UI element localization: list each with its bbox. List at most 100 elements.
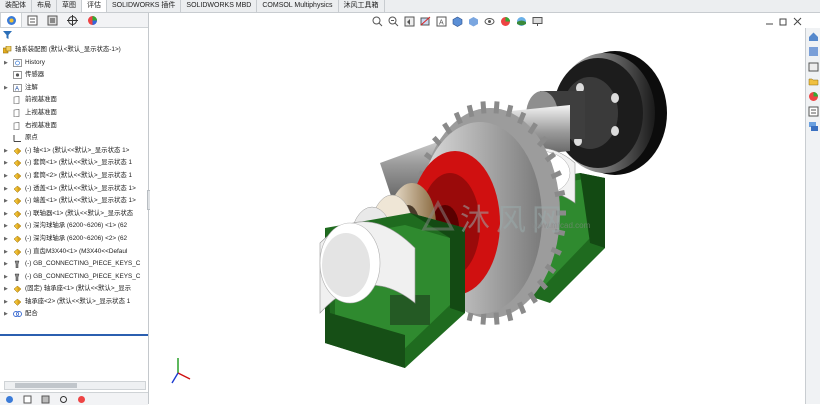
expand-arrow-icon[interactable]: ▶ bbox=[4, 170, 10, 183]
tree-item-label: (-) 套筒<1> (默认<<默认>_显示状态 1 bbox=[25, 159, 133, 167]
tree-item[interactable]: 右视基准面 bbox=[0, 120, 148, 133]
zoom-to-fit-button[interactable] bbox=[370, 14, 384, 28]
task-pane-home[interactable] bbox=[807, 30, 820, 43]
task-pane-appearances[interactable] bbox=[807, 90, 820, 103]
tree-item[interactable]: ▶ (-) 深沟球轴承 (6200~6206) <2> (62 bbox=[0, 233, 148, 246]
expand-arrow-icon[interactable]: ▶ bbox=[4, 258, 10, 271]
tree-item[interactable]: ▶ (-) 套筒<2> (默认<<默认>_显示状态 1 bbox=[0, 170, 148, 183]
task-pane-resources[interactable] bbox=[807, 45, 820, 58]
tree-item[interactable]: ▶ (-) GB_CONNECTING_PIECE_KEYS_C bbox=[0, 258, 148, 271]
expand-arrow-icon[interactable]: ▶ bbox=[4, 233, 10, 246]
tab-7[interactable]: 沐风工具箱 bbox=[339, 0, 385, 12]
tree-item[interactable]: ▶ A 注解 bbox=[0, 82, 148, 95]
bottom-tab-property[interactable] bbox=[18, 393, 36, 405]
expand-arrow-icon[interactable]: ▶ bbox=[4, 283, 10, 296]
bottom-tab-display[interactable] bbox=[72, 393, 90, 405]
filter-icon bbox=[3, 31, 12, 39]
feature-manager-tab[interactable] bbox=[0, 13, 22, 27]
tree-item-label: (-) GB_CONNECTING_PIECE_KEYS_C bbox=[25, 260, 141, 268]
scrollbar-thumb[interactable] bbox=[15, 383, 77, 388]
expand-arrow-icon[interactable]: ▶ bbox=[4, 220, 10, 233]
expand-arrow-icon[interactable]: ▶ bbox=[4, 308, 10, 321]
tree-item[interactable]: 原点 bbox=[0, 132, 148, 145]
tree-item[interactable]: ▶ (-) 深沟球轴承 (6200~6206) <1> (62 bbox=[0, 220, 148, 233]
expand-arrow-icon[interactable]: ▶ bbox=[4, 82, 10, 95]
tab-3[interactable]: 评估 bbox=[82, 0, 107, 12]
tree-item-label: History bbox=[25, 58, 45, 66]
minimize-button[interactable] bbox=[764, 16, 774, 26]
tree-item[interactable]: ▶ (-) GB_CONNECTING_PIECE_KEYS_C bbox=[0, 271, 148, 284]
command-manager-tabs: 装配体 布局 草图 评估 SOLIDWORKS 插件 SOLIDWORKS MBD COMS… bbox=[0, 0, 820, 13]
bottom-tab-configuration[interactable] bbox=[36, 393, 54, 405]
display-style-button[interactable] bbox=[466, 14, 480, 28]
previous-view-button[interactable] bbox=[402, 14, 416, 28]
tree-item[interactable]: ▶ (-) 联轴器<1> (默认<<默认>_显示状态 bbox=[0, 208, 148, 221]
expand-arrow-icon[interactable]: ▶ bbox=[4, 246, 10, 259]
gear-tooth bbox=[493, 101, 500, 114]
eye-icon bbox=[484, 17, 494, 25]
tree-filter[interactable] bbox=[2, 29, 146, 41]
tab-0[interactable]: 装配体 bbox=[0, 0, 32, 12]
tab-1[interactable]: 布局 bbox=[32, 0, 57, 12]
tab-5[interactable]: SOLIDWORKS MBD bbox=[181, 0, 258, 12]
bottom-tab-dimxpert[interactable] bbox=[54, 393, 72, 405]
tree-item[interactable]: ▶ 配合 bbox=[0, 308, 148, 321]
expand-arrow-icon[interactable]: ▶ bbox=[4, 195, 10, 208]
scene-icon bbox=[516, 16, 526, 26]
tree-item-label: (-) 深沟球轴承 (6200~6206) <1> (62 bbox=[25, 222, 128, 230]
tree-item[interactable]: ▶ (固定) 轴承座<1> (默认<<默认>_显示 bbox=[0, 283, 148, 296]
close-button[interactable] bbox=[792, 16, 802, 26]
configuration-manager-tab[interactable] bbox=[42, 13, 62, 27]
horizontal-scrollbar[interactable] bbox=[4, 381, 146, 390]
view-orientation-button[interactable] bbox=[450, 14, 464, 28]
tree-item[interactable]: ▶ (-) 套筒<1> (默认<<默认>_显示状态 1 bbox=[0, 157, 148, 170]
tab-2[interactable]: 草图 bbox=[57, 0, 82, 12]
part-icon bbox=[13, 172, 22, 180]
expand-arrow-icon[interactable]: ▶ bbox=[4, 208, 10, 221]
expand-arrow-icon[interactable]: ▶ bbox=[4, 271, 10, 284]
display-style-icon bbox=[468, 16, 478, 26]
tree-item[interactable]: ▶ (-) 轴<1> (默认<<默认>_显示状态 1> bbox=[0, 145, 148, 158]
display-manager-tab[interactable] bbox=[82, 13, 102, 27]
bottom-panel-tabs bbox=[0, 392, 148, 405]
tree-item[interactable]: ▶ (-) 端盖<1> (默认<<默认>_显示状态 1> bbox=[0, 195, 148, 208]
heads-up-view-toolbar: A bbox=[370, 14, 600, 28]
hide-show-button[interactable] bbox=[482, 14, 496, 28]
property-manager-tab[interactable] bbox=[22, 13, 42, 27]
task-pane-custom-properties[interactable] bbox=[807, 105, 820, 118]
expand-arrow-icon[interactable]: ▶ bbox=[4, 145, 10, 158]
tree-root[interactable]: 轴系装配图 (默认<默认_显示状态-1>) bbox=[0, 44, 148, 57]
tab-6[interactable]: COMSOL Multiphysics bbox=[257, 0, 339, 12]
annotation-view-icon: A bbox=[436, 16, 446, 26]
task-pane-design-library[interactable] bbox=[807, 60, 820, 73]
tree-item[interactable]: 上视基准面 bbox=[0, 107, 148, 120]
tree-item-label: (-) 直齿M3X40<1> (M3X40<<Defaul bbox=[25, 247, 128, 255]
dimxpert-tab[interactable] bbox=[62, 13, 82, 27]
dynamic-annotation-button[interactable]: A bbox=[434, 14, 448, 28]
edit-appearance-button[interactable] bbox=[498, 14, 512, 28]
tree-item[interactable]: ▶ 轴承座<2> (默认<<默认>_显示状态 1 bbox=[0, 296, 148, 309]
bottom-tab-feature[interactable] bbox=[0, 393, 18, 405]
tab-4[interactable]: SOLIDWORKS 插件 bbox=[107, 0, 182, 12]
tree-item[interactable]: 传感器 bbox=[0, 69, 148, 82]
svg-text:A: A bbox=[15, 86, 19, 92]
part-icon bbox=[13, 185, 22, 193]
restore-button[interactable] bbox=[778, 16, 788, 26]
task-pane-file-explorer[interactable] bbox=[807, 75, 820, 88]
apply-scene-button[interactable] bbox=[514, 14, 528, 28]
expand-arrow-icon[interactable]: ▶ bbox=[4, 183, 10, 196]
tree-item[interactable]: ▶ (-) 直齿M3X40<1> (M3X40<<Defaul bbox=[0, 246, 148, 259]
expand-arrow-icon[interactable]: ▶ bbox=[4, 157, 10, 170]
expand-arrow-icon[interactable]: ▶ bbox=[4, 57, 10, 70]
section-view-button[interactable] bbox=[418, 14, 432, 28]
tree-item[interactable]: 前视基准面 bbox=[0, 94, 148, 107]
task-pane-forum[interactable] bbox=[807, 120, 820, 133]
expand-arrow-icon[interactable]: ▶ bbox=[4, 296, 10, 309]
zoom-area-button[interactable] bbox=[386, 14, 400, 28]
graphics-area[interactable]: 沐风网 www.mfcad.com bbox=[150, 13, 805, 404]
tree-item[interactable]: ▶ (-) 透盖<1> (默认<<默认>_显示状态 1> bbox=[0, 183, 148, 196]
view-settings-button[interactable] bbox=[530, 14, 544, 28]
feature-tree-icon bbox=[5, 395, 13, 403]
gear-tooth bbox=[505, 308, 514, 322]
tree-item[interactable]: ▶ History bbox=[0, 57, 148, 70]
